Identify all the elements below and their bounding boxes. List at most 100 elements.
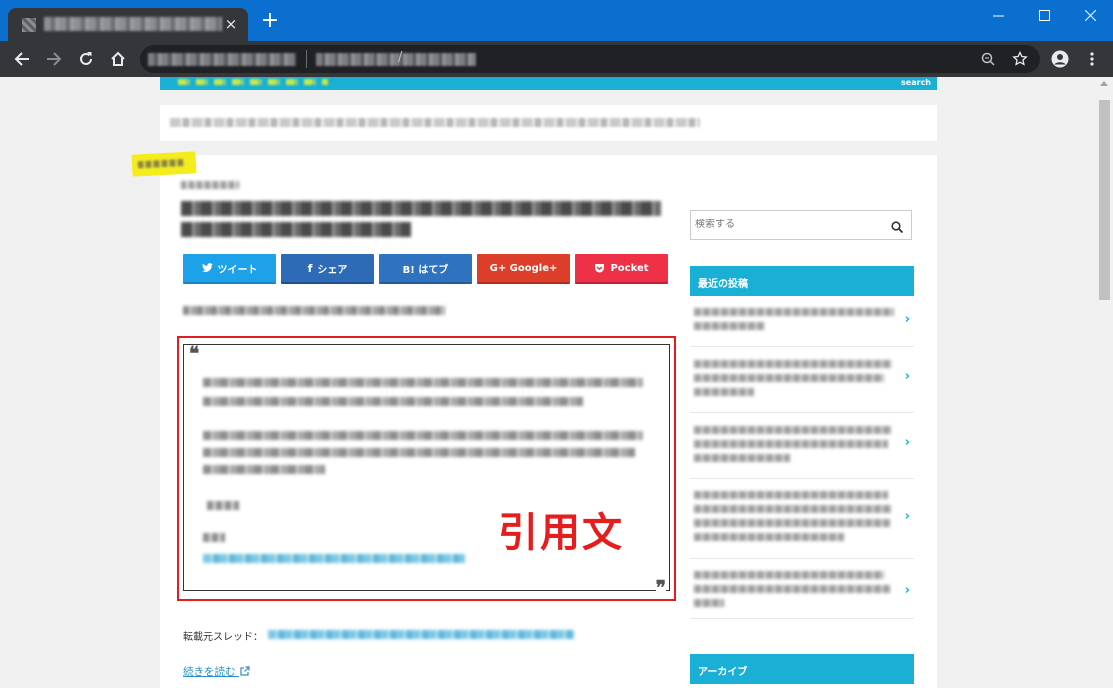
url-path [316,53,476,66]
recent-post-item[interactable]: › [690,413,914,479]
favicon-icon [22,18,36,32]
zoom-button[interactable] [978,49,998,69]
recent-post-title-blurred [694,585,890,593]
category-tag-blurred [137,158,185,169]
reload-button[interactable] [74,47,98,71]
facebook-f-icon: f [307,261,313,275]
tab-title [44,17,222,31]
recent-post-title-blurred [694,440,888,448]
recent-post-title-blurred [694,322,764,330]
minimize-button[interactable] [975,0,1021,30]
site-header: search [160,77,937,90]
url-host [148,53,296,66]
recent-post-title-blurred [694,519,890,527]
recent-post-title-blurred [694,599,724,607]
quote-text-blurred-1 [203,378,643,387]
forward-button[interactable] [42,47,66,71]
source-thread-label: 転載元スレッド： [183,632,263,643]
news-ticker [160,105,937,141]
sidebar-search[interactable] [690,210,912,240]
chevron-right-icon: › [904,509,910,524]
quote-text-blurred-4 [203,448,635,457]
recent-post-item[interactable]: › [690,479,914,559]
bookmark-button[interactable] [1010,49,1030,69]
chevron-right-icon: › [904,583,910,598]
share-googleplus-button[interactable]: G+ Google+ [477,254,570,284]
page-viewport: search ツイート f シェア B! はてブ G+ Google+ Pock… [0,77,1096,688]
quote-close-icon: ❞ [655,577,666,599]
menu-button[interactable] [1080,47,1104,71]
maximize-button[interactable] [1021,0,1067,30]
browser-toolbar: / [0,41,1113,77]
minimize-icon [992,15,1004,16]
quote-text-blurred-2 [203,397,583,406]
new-tab-button[interactable]: + [258,10,282,34]
maximize-icon [1038,9,1050,21]
share-twitter-button[interactable]: ツイート [183,254,276,284]
scroll-up-icon[interactable] [1100,81,1108,86]
chevron-right-icon: › [904,369,910,384]
post-title-line-1 [181,201,661,216]
recent-post-title-blurred [694,360,892,368]
arrow-right-icon [47,52,62,66]
recent-post-item[interactable]: › [690,347,914,413]
share-hatena-button[interactable]: B! はてブ [379,254,472,284]
recent-post-title-blurred [694,374,884,382]
recent-post-title-blurred [694,308,894,316]
address-bar[interactable]: / [140,45,1040,73]
recent-post-title-blurred [694,571,884,579]
category-tag[interactable] [131,151,197,177]
site-nav-blurred[interactable] [178,79,328,85]
quote-link-blurred[interactable] [203,554,465,563]
scrollbar-thumb[interactable] [1099,100,1110,300]
pocket-icon [595,264,605,273]
quote-text-blurred-6 [207,501,239,510]
quote-open-icon: ❝ [189,343,200,365]
post-date-blurred [181,181,239,189]
quote-text-blurred-3 [203,431,643,440]
url-separator [306,50,307,68]
url-slash: / [398,50,403,65]
source-thread-link-blurred[interactable] [268,630,574,639]
share-facebook-label: シェア [317,264,348,276]
recent-post-title-blurred [694,388,754,396]
star-icon [1012,51,1028,66]
recent-post-item[interactable]: › [690,559,914,619]
quote-text-blurred-7 [203,533,225,542]
quote-annotation-label: 引用文 [498,510,624,556]
chevron-right-icon: › [904,435,910,450]
home-button[interactable] [106,47,130,71]
share-hatena-label: B! はてブ [402,264,449,276]
read-more-link[interactable]: 続きを読む [183,664,250,679]
read-more-label: 続きを読む [183,666,236,678]
recent-post-item[interactable]: › [690,299,914,347]
share-pocket-button[interactable]: Pocket [575,254,668,284]
profile-button[interactable] [1048,47,1072,71]
recent-posts-heading: 最近の投稿 [690,266,914,296]
browser-tab[interactable]: × [8,8,248,41]
more-vert-icon [1090,52,1094,66]
post-intro-blurred [183,306,445,315]
twitter-bird-icon [201,263,213,273]
share-facebook-button[interactable]: f シェア [281,254,374,284]
post-title-line-2 [181,222,411,237]
archive-heading: アーカイブ [690,654,914,684]
close-tab-button[interactable]: × [222,15,240,33]
zoom-out-icon [981,52,995,66]
search-icon [891,221,904,234]
arrow-left-icon [14,52,29,66]
news-ticker-blurred[interactable] [170,118,700,127]
close-window-button[interactable] [1067,0,1113,30]
header-search-link[interactable]: search [901,78,931,87]
account-circle-icon [1051,50,1069,68]
share-pocket-label: Pocket [610,262,649,274]
recent-post-title-blurred [694,426,892,434]
back-button[interactable] [10,47,34,71]
search-button[interactable] [891,218,905,234]
page-scrollbar[interactable] [1096,77,1113,688]
search-input[interactable] [695,219,875,230]
share-googleplus-label: G+ Google+ [489,262,558,274]
browser-titlebar: × + [0,0,1113,41]
external-link-icon [240,666,250,676]
recent-post-title-blurred [694,533,844,541]
